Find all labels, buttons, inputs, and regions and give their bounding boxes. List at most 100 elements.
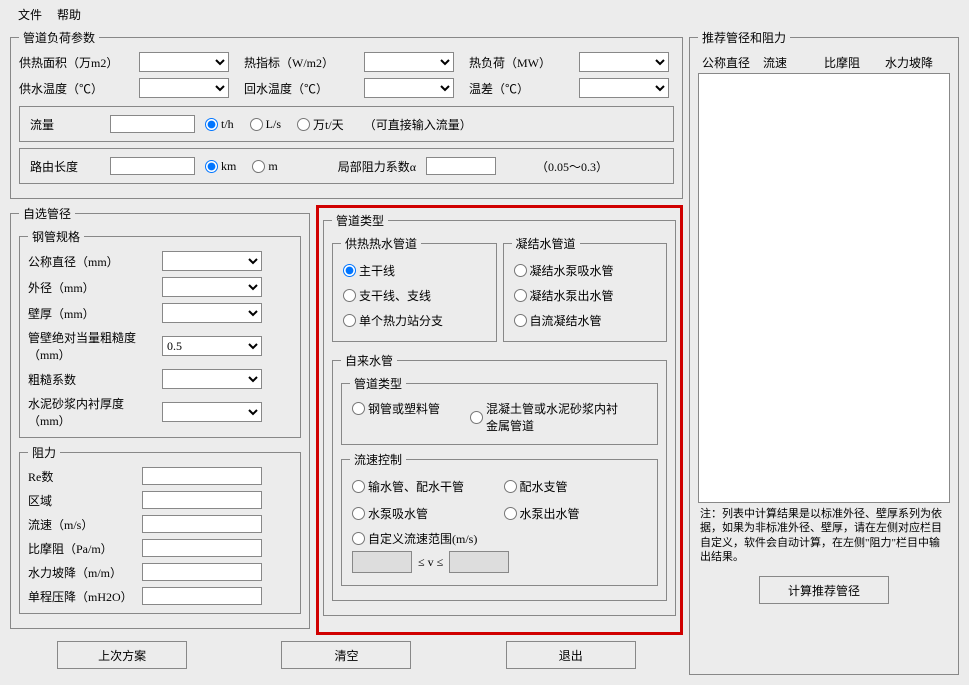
load-params-group: 管道负荷参数 供热面积（万m2） 热指标（W/m2） 热负荷（MW） 供水温度（… — [10, 29, 683, 199]
fc-pump-suction[interactable]: 水泵吸水管 — [352, 505, 486, 522]
flow-unit-wtd[interactable]: 万t/天 — [297, 116, 344, 133]
velocity-label: 流速（m/s） — [28, 516, 138, 533]
flow-unit-ls[interactable]: L/s — [250, 117, 281, 132]
route-len-input[interactable] — [110, 157, 195, 175]
heat-index-combo[interactable] — [364, 52, 454, 72]
condensate-group: 凝结水管道 凝结水泵吸水管 凝结水泵出水管 自流凝结水管 — [503, 235, 668, 342]
single-drop-label: 单程压降（mH2O） — [28, 588, 138, 605]
thick-label: 壁厚（mm） — [28, 305, 158, 322]
friction-label: 比摩阻（Pa/m） — [28, 540, 138, 557]
zone-label: 区域 — [28, 492, 138, 509]
recommend-note: 注：列表中计算结果是以标准外径、壁厚系列为依据，如果为非标准外径、壁厚，请在左侧… — [698, 503, 950, 568]
cond-discharge[interactable]: 凝结水泵出水管 — [514, 287, 647, 304]
recommend-header: 公称直径 流速 比摩阻 水力坡降 — [698, 52, 950, 73]
range-mid-label: ≤ v ≤ — [418, 555, 443, 570]
cond-gravity[interactable]: 自流凝结水管 — [514, 312, 647, 329]
tap-water-legend: 自来水管 — [341, 352, 397, 369]
cement-thick-combo[interactable] — [162, 402, 262, 422]
hot-single[interactable]: 单个热力站分支 — [343, 312, 476, 329]
roughness-label: 管壁绝对当量粗糙度（mm） — [28, 329, 158, 363]
fc-dist-branch[interactable]: 配水支管 — [504, 478, 638, 495]
clear-button[interactable]: 清空 — [281, 641, 411, 669]
hot-branch[interactable]: 支干线、支线 — [343, 287, 476, 304]
cond-suction[interactable]: 凝结水泵吸水管 — [514, 262, 647, 279]
menu-file[interactable]: 文件 — [18, 8, 42, 22]
flow-input[interactable] — [110, 115, 195, 133]
tap-water-group: 自来水管 管道类型 钢管或塑料管 混凝土管或水泥砂浆内衬金属管道 流速控制 输水 — [332, 352, 667, 601]
supply-temp-combo[interactable] — [139, 78, 229, 98]
return-temp-label: 回水温度（℃） — [244, 80, 354, 97]
rough-coef-label: 粗糙系数 — [28, 371, 158, 388]
flow-box: 流量 t/h L/s 万t/天 （可直接输入流量） — [19, 106, 674, 142]
heat-index-label: 热指标（W/m2） — [244, 54, 354, 71]
custom-min-input[interactable] — [352, 551, 412, 573]
fc-custom[interactable]: 自定义流速范围(m/s) — [352, 530, 637, 547]
resistance-group: 阻力 Re数 区域 流速（m/s） 比摩阻（Pa/m） 水力坡降（m/m） — [19, 444, 301, 614]
pipe-type-group: 管道类型 供热热水管道 主干线 支干线、支线 单个热力站分支 凝结水管道 — [323, 212, 676, 616]
menu-help[interactable]: 帮助 — [57, 8, 81, 22]
route-len-label: 路由长度 — [30, 158, 100, 175]
od-label: 外径（mm） — [28, 279, 158, 296]
route-unit-m[interactable]: m — [252, 159, 277, 174]
fc-pump-discharge[interactable]: 水泵出水管 — [504, 505, 638, 522]
heat-load-label: 热负荷（MW） — [469, 54, 569, 71]
rec-col-grad: 水力坡降 — [885, 54, 946, 71]
pipe-type-legend: 管道类型 — [332, 212, 388, 229]
temp-diff-combo[interactable] — [579, 78, 669, 98]
rough-coef-combo[interactable] — [162, 369, 262, 389]
hyd-grad-label: 水力坡降（m/m） — [28, 564, 138, 581]
self-pipe-group: 自选管径 钢管规格 公称直径（mm） 外径（mm） 壁厚（mm） 管壁绝对当量粗… — [10, 205, 310, 629]
self-pipe-legend: 自选管径 — [19, 205, 75, 222]
custom-max-input[interactable] — [449, 551, 509, 573]
flow-ctrl-legend: 流速控制 — [350, 451, 406, 468]
single-drop-input[interactable] — [142, 587, 262, 605]
load-params-legend: 管道负荷参数 — [19, 29, 99, 46]
tap-concrete[interactable]: 混凝土管或水泥砂浆内衬金属管道 — [470, 400, 620, 434]
calc-recommend-button[interactable]: 计算推荐管径 — [759, 576, 889, 604]
rec-col-fric: 比摩阻 — [824, 54, 885, 71]
re-label: Re数 — [28, 468, 138, 485]
thick-combo[interactable] — [162, 303, 262, 323]
roughness-combo[interactable]: 0.5 — [162, 336, 262, 356]
hyd-grad-input[interactable] — [142, 563, 262, 581]
flow-label: 流量 — [30, 116, 100, 133]
rec-col-dn: 公称直径 — [702, 54, 763, 71]
hot-water-legend: 供热热水管道 — [341, 235, 421, 252]
route-box: 路由长度 km m 局部阻力系数α （0.05～0.3） — [19, 148, 674, 184]
heat-load-combo[interactable] — [579, 52, 669, 72]
flow-note: （可直接输入流量） — [364, 116, 472, 133]
od-combo[interactable] — [162, 277, 262, 297]
menu-bar: 文件 帮助 — [0, 0, 969, 29]
fc-delivery[interactable]: 输水管、配水干管 — [352, 478, 486, 495]
dn-label: 公称直径（mm） — [28, 253, 158, 270]
dn-combo[interactable] — [162, 251, 262, 271]
local-res-input[interactable] — [426, 157, 496, 175]
tap-steel-plastic[interactable]: 钢管或塑料管 — [352, 400, 440, 417]
re-input[interactable] — [142, 467, 262, 485]
pipe-type-highlight: 管道类型 供热热水管道 主干线 支干线、支线 单个热力站分支 凝结水管道 — [316, 205, 683, 635]
recommend-group: 推荐管径和阻力 公称直径 流速 比摩阻 水力坡降 注：列表中计算结果是以标准外径… — [689, 29, 959, 675]
exit-button[interactable]: 退出 — [506, 641, 636, 669]
zone-input[interactable] — [142, 491, 262, 509]
tap-type-legend: 管道类型 — [350, 375, 406, 392]
hot-main[interactable]: 主干线 — [343, 262, 476, 279]
local-res-range: （0.05～0.3） — [536, 158, 608, 175]
flow-unit-th[interactable]: t/h — [205, 117, 234, 132]
cement-thick-label: 水泥砂浆内衬厚度（mm） — [28, 395, 158, 429]
tap-type-group: 管道类型 钢管或塑料管 混凝土管或水泥砂浆内衬金属管道 — [341, 375, 658, 445]
hot-water-group: 供热热水管道 主干线 支干线、支线 单个热力站分支 — [332, 235, 497, 342]
steel-spec-legend: 钢管规格 — [28, 228, 84, 245]
supply-temp-label: 供水温度（℃） — [19, 80, 129, 97]
return-temp-combo[interactable] — [364, 78, 454, 98]
rec-col-vel: 流速 — [763, 54, 824, 71]
friction-input[interactable] — [142, 539, 262, 557]
route-unit-km[interactable]: km — [205, 159, 236, 174]
last-scheme-button[interactable]: 上次方案 — [57, 641, 187, 669]
steel-spec-group: 钢管规格 公称直径（mm） 外径（mm） 壁厚（mm） 管壁绝对当量粗糙度（mm… — [19, 228, 301, 438]
recommend-list[interactable] — [698, 73, 950, 503]
local-res-label: 局部阻力系数α — [338, 158, 416, 175]
flow-ctrl-group: 流速控制 输水管、配水干管 配水支管 水泵吸水管 水泵出水管 自定义流速范围(m… — [341, 451, 658, 586]
velocity-input[interactable] — [142, 515, 262, 533]
heat-area-label: 供热面积（万m2） — [19, 54, 129, 71]
heat-area-combo[interactable] — [139, 52, 229, 72]
